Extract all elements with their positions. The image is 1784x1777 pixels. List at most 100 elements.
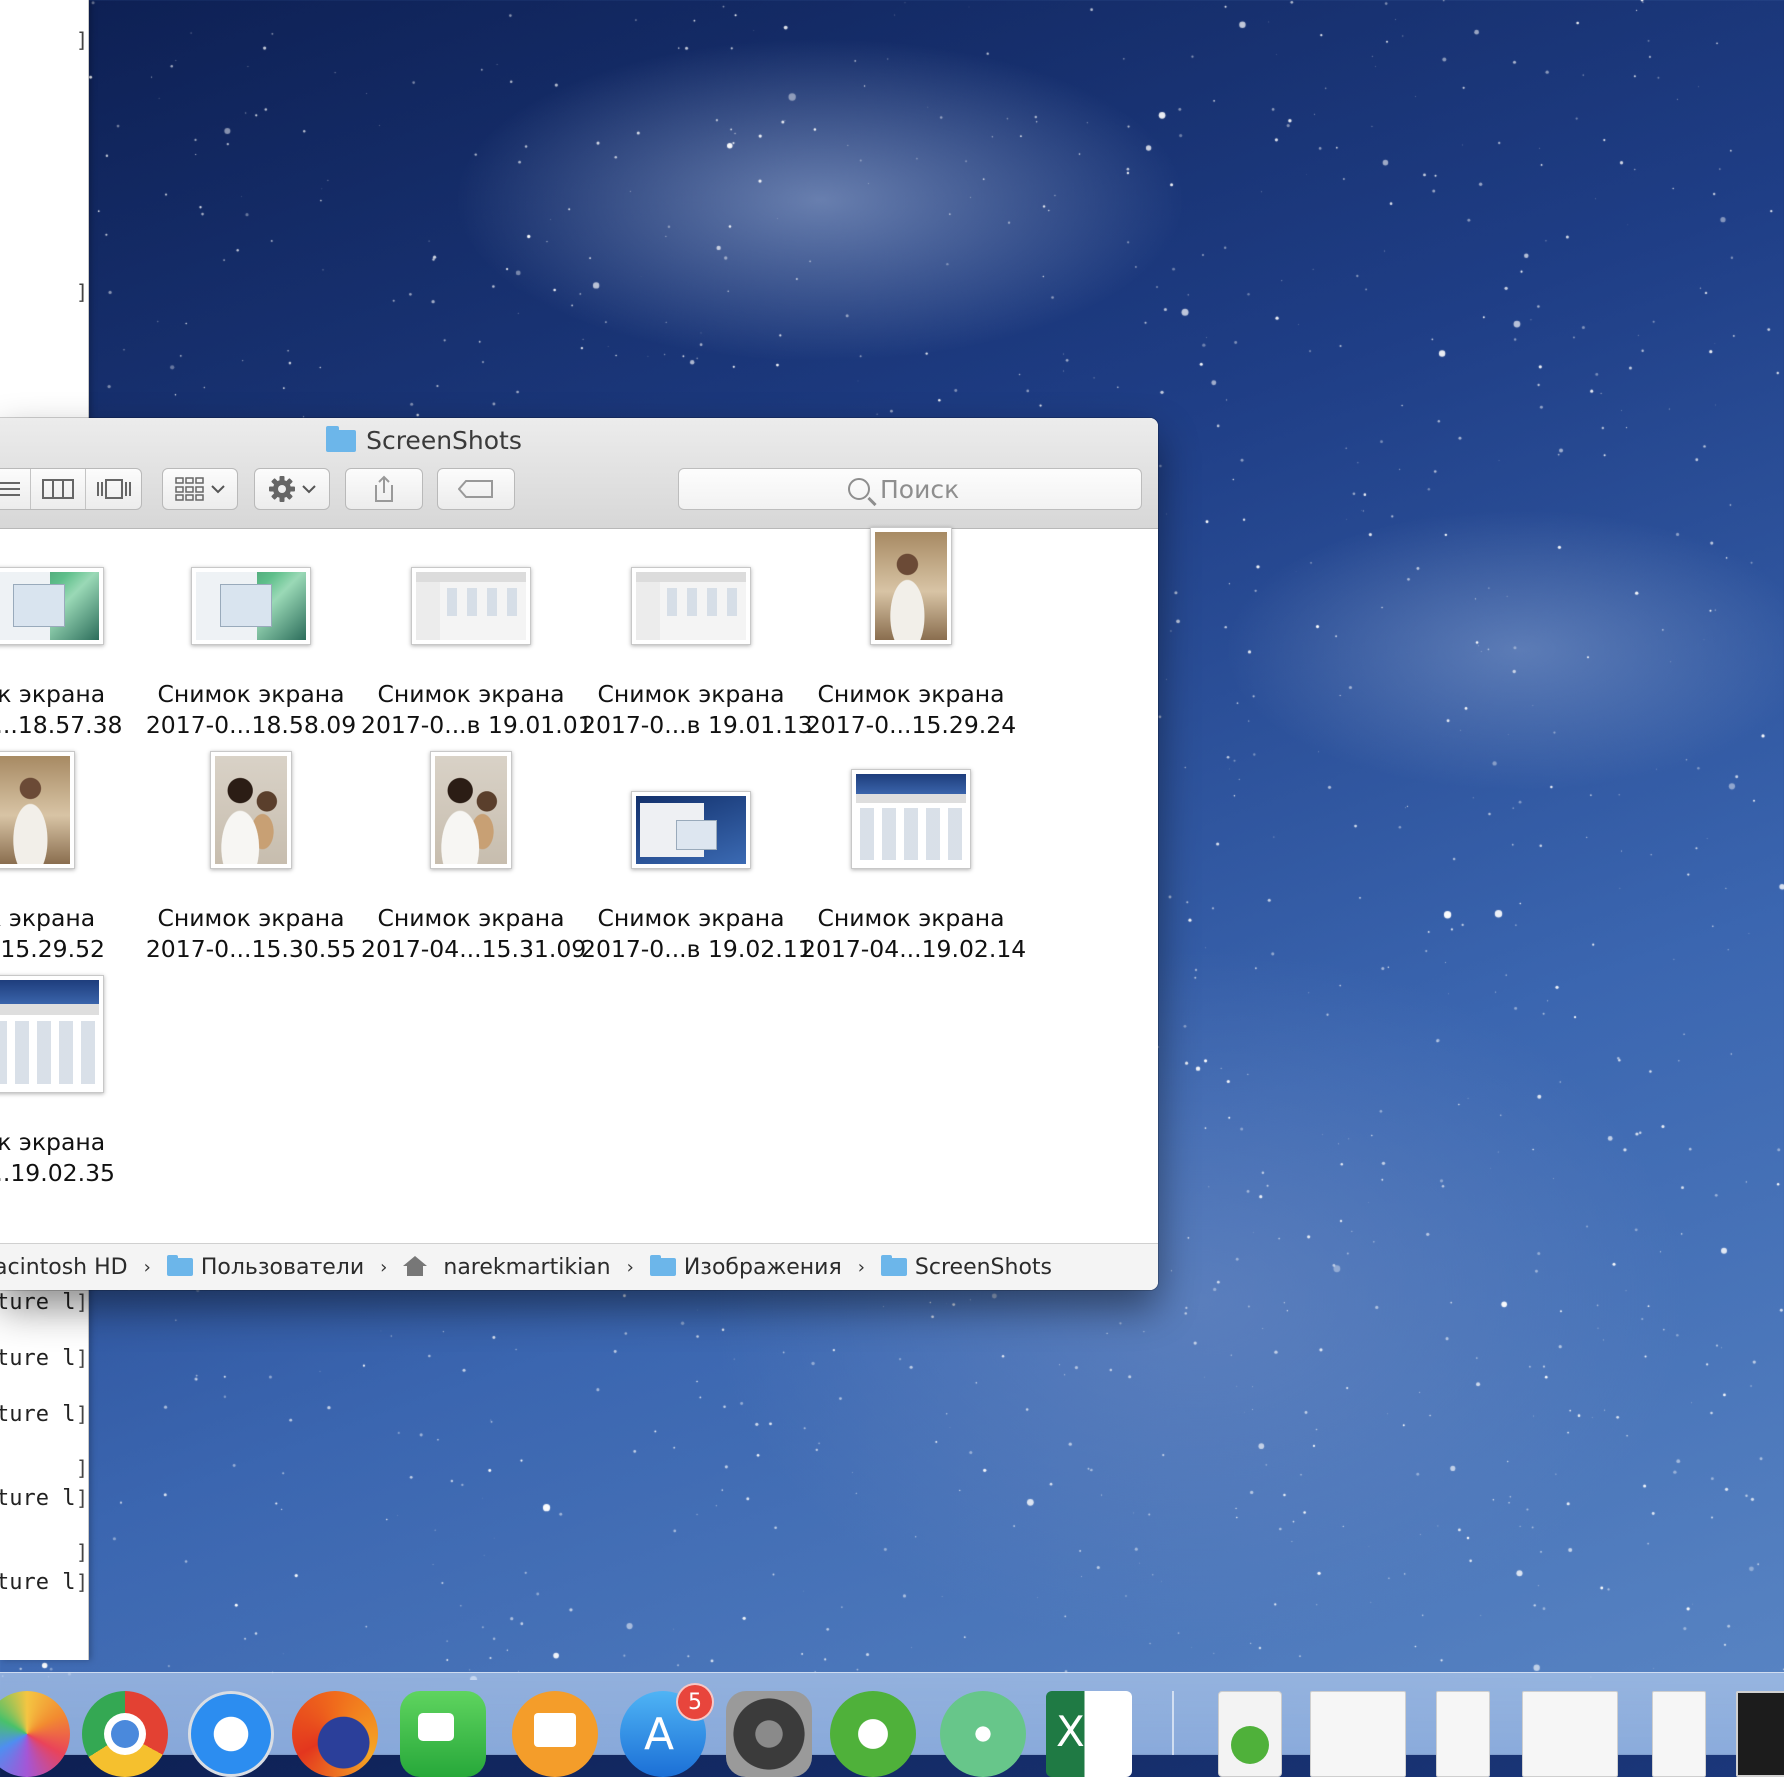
bracket-mark: ] (76, 1290, 89, 1314)
terminal-line: ture l (0, 1346, 76, 1371)
home-icon (403, 1256, 428, 1276)
finder-toolbar[interactable]: ScreenShots (0, 418, 1158, 529)
file-thumbnail (0, 567, 104, 645)
file-thumbnail (0, 975, 104, 1093)
file-name-line1: Снимок экрана (817, 680, 1005, 708)
file-thumbnail (870, 527, 952, 645)
minimized-window-icon[interactable] (1310, 1691, 1406, 1777)
search-icon (848, 478, 870, 500)
file-item[interactable]: ок экрана 0...19.02.35 (0, 975, 154, 1189)
action-menu-button[interactable] (254, 468, 330, 510)
utorrent-icon[interactable] (830, 1691, 916, 1777)
file-item[interactable]: ок экрана 04...18.57.38 (0, 529, 154, 741)
file-name-line1: ок экрана (0, 1128, 106, 1156)
file-name-line2: 2017-0...15.30.55 (145, 935, 357, 963)
photos-icon[interactable] (0, 1691, 70, 1777)
excel-icon[interactable]: X (1046, 1691, 1132, 1777)
facetime-icon[interactable] (400, 1691, 486, 1777)
minimized-window-icon[interactable] (1736, 1691, 1784, 1777)
file-name-line2: 2017-0...15.29.24 (805, 711, 1017, 739)
minimized-window-icon[interactable] (1436, 1691, 1490, 1777)
file-item[interactable]: Снимок экрана 2017-0...в 19.01.13 (581, 529, 813, 741)
path-item-screenshots[interactable]: ScreenShots (880, 1254, 1053, 1280)
file-item[interactable]: Снимок экрана 2017-0...18.58.09 (141, 529, 361, 741)
path-separator-icon: › (626, 1256, 634, 1278)
terminal-line: ture l (0, 1570, 76, 1595)
file-name-line2: 0...19.02.35 (0, 1159, 115, 1187)
bracket-mark: ] (76, 28, 89, 52)
file-name-line1: ок экрана (0, 904, 96, 932)
file-thumbnail (0, 751, 75, 869)
file-name-line1: ок экрана (0, 680, 106, 708)
pictures-folder-icon (649, 1255, 676, 1276)
chevron-down-icon (302, 485, 316, 494)
path-item-label: ScreenShots (914, 1254, 1053, 1280)
columns-view-button[interactable] (31, 469, 87, 509)
share-button[interactable] (345, 468, 423, 510)
file-item[interactable]: Снимок экрана 2017-0...15.30.55 (141, 751, 361, 965)
file-item[interactable]: Снимок экрана 2017-0...в 19.01.01 (361, 529, 593, 741)
file-thumbnail (631, 567, 751, 645)
bracket-mark: ] (76, 1486, 89, 1510)
view-mode-control[interactable] (0, 468, 142, 510)
path-separator-icon: › (857, 1256, 865, 1278)
bracket-mark: ] (76, 1402, 89, 1426)
grid-arrange-icon (175, 477, 204, 501)
file-name-line1: Снимок экрана (157, 904, 345, 932)
file-thumbnail (411, 567, 531, 645)
search-field[interactable] (678, 468, 1142, 510)
safari-icon[interactable] (188, 1691, 274, 1777)
terminal-line: ture l (0, 1486, 76, 1511)
file-name-line1: Снимок экрана (817, 904, 1005, 932)
ibooks-icon[interactable] (512, 1691, 598, 1777)
file-name-line1: Снимок экрана (597, 904, 785, 932)
bracket-mark: ] (76, 1346, 89, 1370)
path-item-label: Пользователи (200, 1254, 365, 1280)
list-view-button[interactable] (0, 469, 31, 509)
cover-flow-view-button[interactable] (86, 469, 141, 509)
file-name-line2: 2017-04...15.31.09 (361, 935, 587, 963)
system-preferences-icon[interactable] (726, 1691, 812, 1777)
search-input[interactable] (878, 473, 972, 505)
chevron-down-icon (211, 485, 225, 494)
bracket-mark: ] (76, 1456, 89, 1480)
file-icon-grid[interactable]: ок экрана04...18.57.38 Снимок экрана2017… (0, 527, 1158, 1259)
terminal-line: ture l (0, 1402, 76, 1427)
minimized-window-icon[interactable] (1522, 1691, 1618, 1777)
file-name-line1: Снимок экрана (377, 680, 565, 708)
atom-icon[interactable] (940, 1691, 1026, 1777)
minimized-window-icon[interactable] (1652, 1691, 1706, 1777)
path-item-label: narekmartikian (443, 1254, 611, 1280)
file-thumbnail (851, 769, 971, 869)
file-thumbnail (430, 751, 512, 869)
file-name-line1: Снимок экрана (377, 904, 565, 932)
file-thumbnail (631, 791, 751, 869)
file-item[interactable]: Снимок экрана 2017-04...19.02.14 (801, 753, 1027, 965)
bracket-mark: ] (76, 1540, 89, 1564)
path-item-home[interactable]: narekmartikian (403, 1254, 611, 1280)
file-item[interactable]: ок экрана 0...15.29.52 (0, 751, 144, 965)
file-name-line2: 2017-0...18.58.09 (145, 711, 357, 739)
bracket-mark: ] (76, 280, 89, 304)
cover-flow-icon (96, 479, 131, 499)
file-name-line2: 2017-04...19.02.14 (801, 935, 1027, 963)
finder-window[interactable]: ScreenShots Поиск к экрана ..18.57.38 Сн… (0, 418, 1158, 1290)
file-item[interactable]: Снимок экрана 2017-0...в 19.02.11 (581, 753, 813, 965)
path-item-pictures[interactable]: Изображения (649, 1255, 842, 1280)
arrange-button[interactable] (162, 468, 238, 510)
tags-button[interactable] (437, 468, 515, 510)
downloads-stack-icon[interactable] (1218, 1691, 1282, 1777)
dock-divider (1172, 1691, 1174, 1755)
dock[interactable]: A 5 X (0, 1672, 1784, 1777)
firefox-icon[interactable] (292, 1691, 378, 1777)
list-view-icon (0, 482, 21, 496)
file-thumbnail (210, 751, 292, 869)
share-icon (375, 475, 393, 502)
path-bar[interactable]: acintosh HD › Пользователи › narekmartik… (0, 1243, 1158, 1290)
chrome-icon[interactable] (82, 1691, 168, 1777)
path-item-users[interactable]: Пользователи (166, 1254, 365, 1280)
path-item-macintosh-hd[interactable]: acintosh HD (0, 1255, 128, 1280)
file-item[interactable]: Снимок экрана 2017-0...15.29.24 (801, 527, 1021, 741)
folder-icon (166, 1255, 193, 1276)
file-item[interactable]: Снимок экрана 2017-04...15.31.09 (361, 751, 587, 965)
